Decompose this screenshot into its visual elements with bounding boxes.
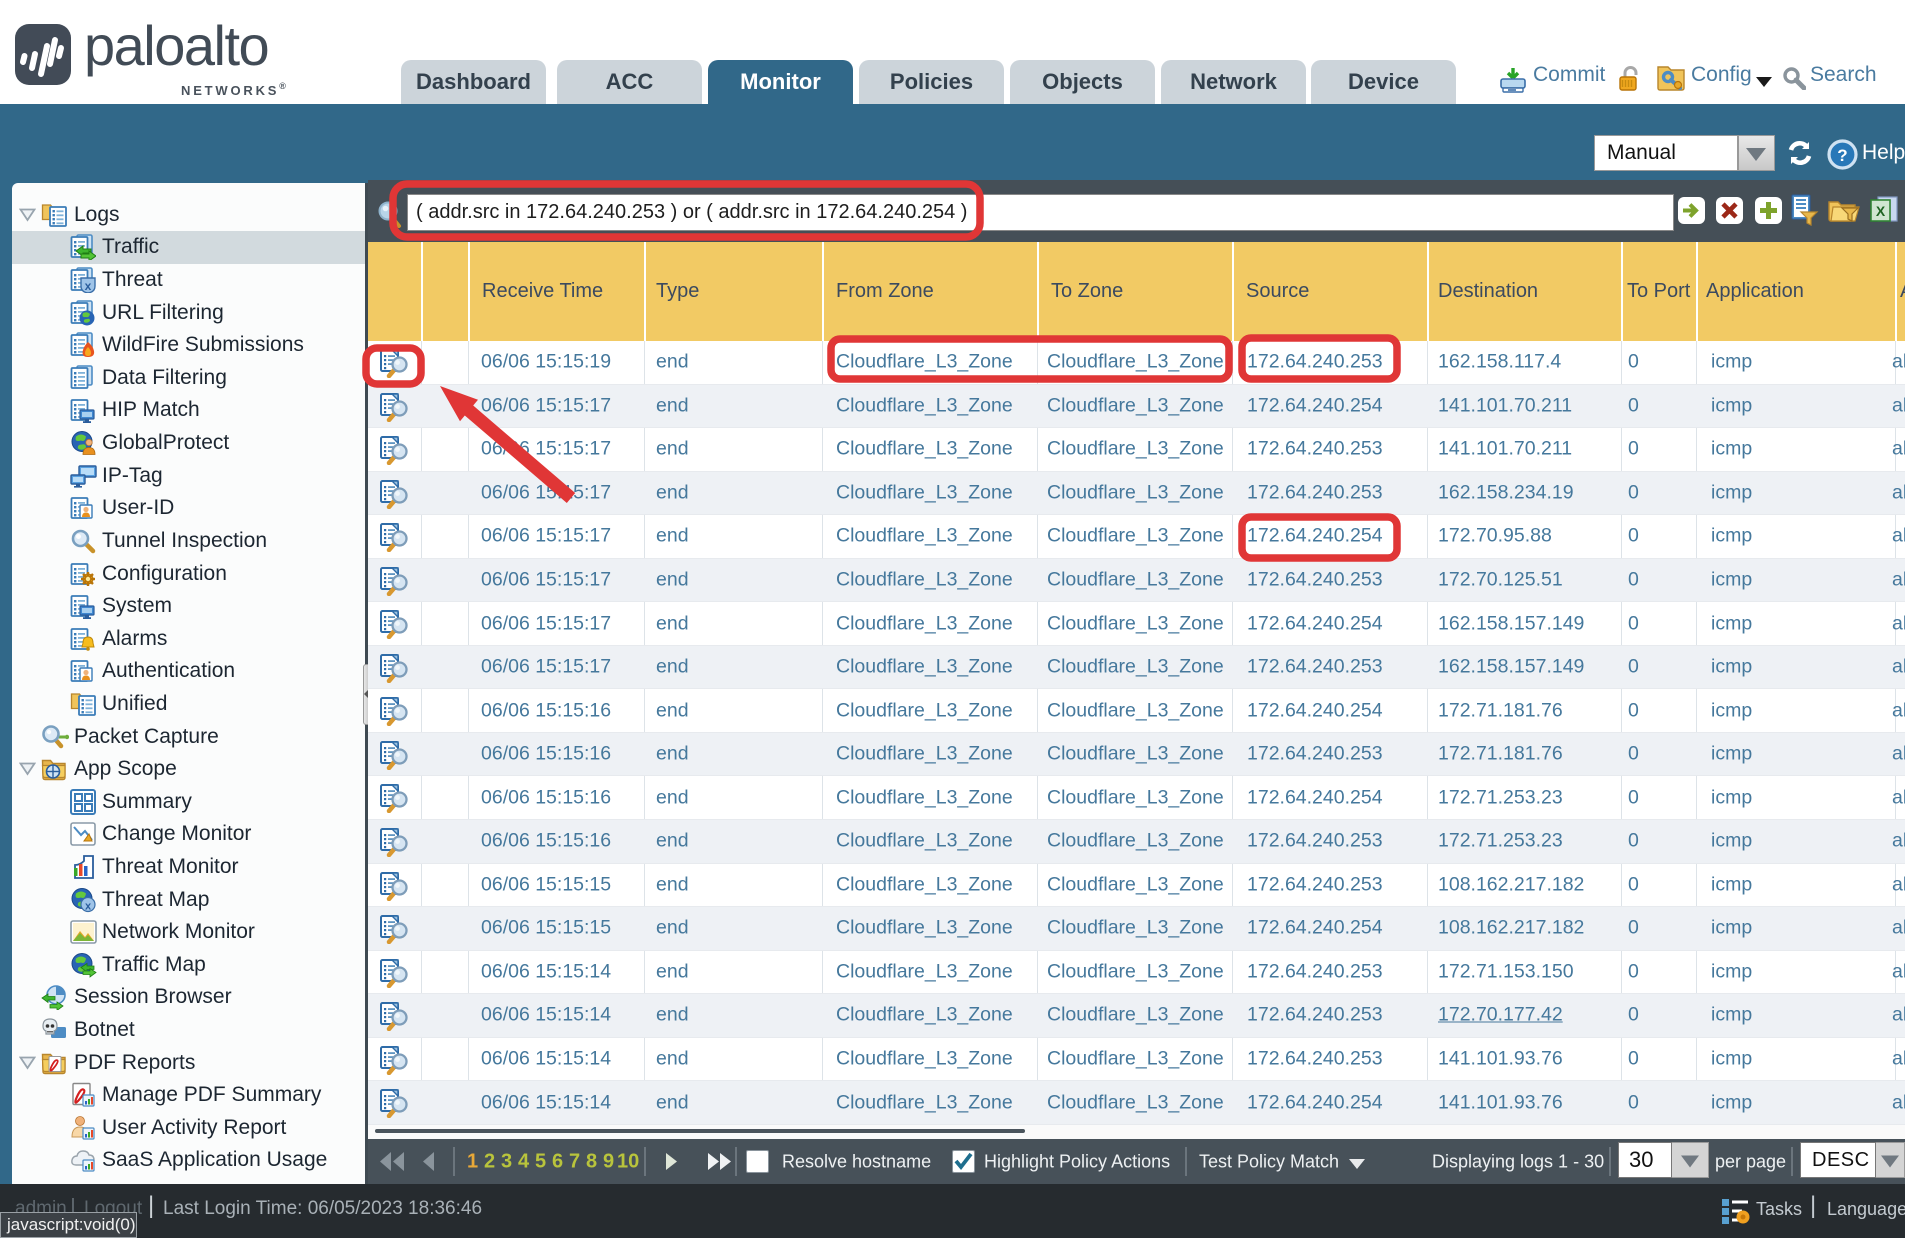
svg-text:x: x [85, 279, 92, 293]
svg-text:x: x [85, 900, 92, 912]
svg-text:?: ? [1837, 146, 1847, 165]
svg-text:X: X [1876, 203, 1886, 219]
